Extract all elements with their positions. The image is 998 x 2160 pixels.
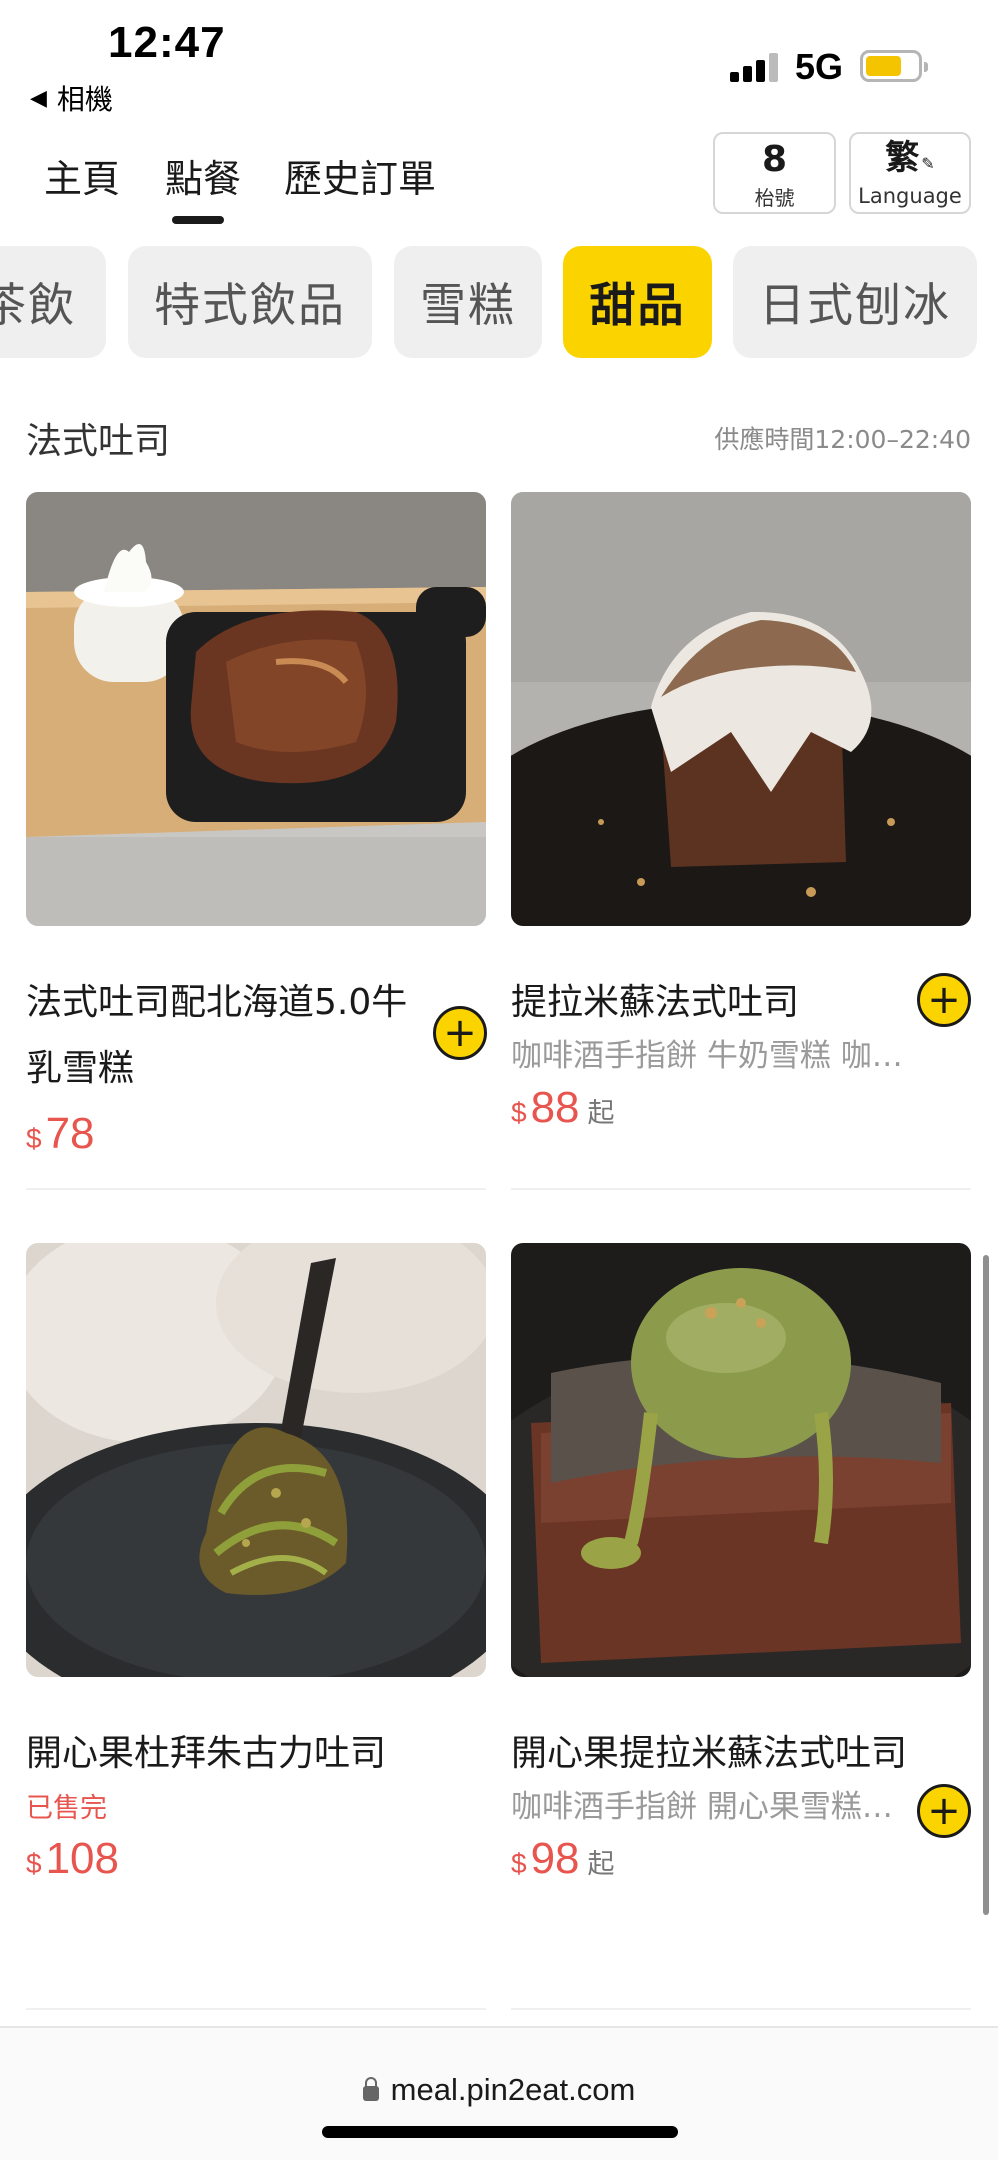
add-to-cart-button[interactable]: + — [917, 1784, 971, 1838]
category-tea[interactable]: 茶飲 — [0, 246, 106, 358]
status-time: 12:47 — [108, 18, 226, 67]
language-label: Language — [858, 184, 962, 208]
product-name: 提拉米蘇法式吐司 — [511, 982, 800, 1023]
table-number-label: 枱號 — [754, 186, 795, 210]
product-name: 開心果提拉米蘇法式吐司 — [511, 1733, 908, 1774]
divider — [26, 1188, 486, 1190]
product-photo[interactable] — [511, 1243, 971, 1677]
table-number: 8 — [761, 139, 788, 180]
product-name: 開心果杜拜朱古力吐司 — [26, 1733, 387, 1774]
divider — [26, 2008, 486, 2010]
product-photo[interactable] — [511, 492, 971, 926]
pencil-icon: ✎ — [921, 154, 935, 173]
plus-icon: + — [443, 1010, 477, 1056]
product-price: $108 — [26, 1834, 119, 1883]
add-to-cart-button[interactable]: + — [433, 1006, 487, 1060]
category-dessert[interactable]: 甜品 — [563, 246, 712, 358]
section-hours: 供應時間12:00–22:40 — [714, 425, 971, 454]
divider — [511, 1188, 971, 1190]
product-card[interactable]: 提拉米蘇法式吐司 咖啡酒手指餅 牛奶雪糕 咖啡… $88 起 — [511, 492, 971, 1140]
plus-icon: + — [927, 1788, 961, 1834]
product-price: $78 — [26, 1109, 95, 1158]
product-price: $88 起 — [511, 1083, 615, 1132]
section-title: 法式吐司 — [26, 421, 171, 462]
product-price: $98 起 — [511, 1834, 615, 1883]
category-special-drinks[interactable]: 特式飲品 — [128, 246, 372, 358]
product-card[interactable]: 法式吐司配北海道5.0牛乳雪糕 $78 — [26, 492, 486, 1165]
active-tab-indicator — [172, 216, 224, 224]
plus-icon: + — [927, 977, 961, 1023]
product-card[interactable]: 開心果提拉米蘇法式吐司 咖啡酒手指餅 開心果雪糕… $98 起 — [511, 1243, 971, 1891]
category-shaved-ice[interactable]: 日式刨冰 — [733, 246, 977, 358]
back-app-label: 相機 — [56, 83, 113, 116]
network-type: 5G — [795, 46, 844, 87]
tab-order-history[interactable]: 歷史訂單 — [284, 148, 436, 203]
url-text: meal.pin2eat.com — [390, 2072, 636, 2107]
language-button[interactable]: 繁 ✎ Language — [849, 132, 971, 214]
category-ice-cream[interactable]: 雪糕 — [394, 246, 542, 358]
product-name: 法式吐司配北海道5.0牛乳雪糕 — [26, 982, 408, 1089]
product-description: 咖啡酒手指餅 牛奶雪糕 咖啡… — [511, 1038, 931, 1074]
divider — [511, 2008, 971, 2010]
product-photo[interactable] — [26, 492, 486, 926]
sold-out-label: 已售完 — [26, 1793, 107, 1824]
add-to-cart-button[interactable]: + — [917, 973, 971, 1027]
back-to-app-link[interactable]: ◀ 相機 — [30, 78, 113, 118]
browser-url-bar[interactable]: meal.pin2eat.com — [0, 2026, 998, 2160]
battery-icon — [860, 50, 928, 82]
cellular-signal-icon — [730, 52, 782, 82]
product-card[interactable]: 開心果杜拜朱古力吐司 已售完 $108 — [26, 1243, 486, 1890]
product-photo[interactable] — [26, 1243, 486, 1677]
home-indicator[interactable] — [322, 2126, 678, 2138]
tab-home[interactable]: 主頁 — [44, 148, 120, 203]
lock-icon — [362, 2077, 379, 2101]
language-current: 繁 — [885, 138, 920, 178]
scrollbar[interactable] — [983, 1255, 989, 1915]
tab-order[interactable]: 點餐 — [165, 148, 241, 203]
product-description: 咖啡酒手指餅 開心果雪糕… — [511, 1789, 893, 1825]
table-number-button[interactable]: 8 枱號 — [713, 132, 836, 214]
back-triangle-icon: ◀ — [30, 85, 47, 111]
